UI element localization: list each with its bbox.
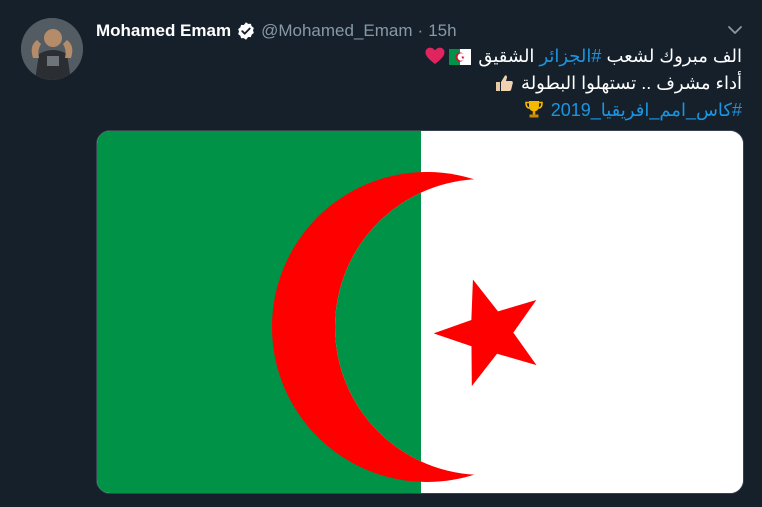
line-text: الف مبروك لشعب	[601, 46, 742, 66]
author-name[interactable]: Mohamed Emam	[96, 21, 231, 41]
tweet-card[interactable]: Mohamed Emam @Mohamed_Emam · 15h الف مبر…	[0, 0, 762, 507]
tweet-header: Mohamed Emam @Mohamed_Emam · 15h	[96, 19, 457, 43]
author-handle[interactable]: @Mohamed_Emam	[261, 21, 412, 41]
hashtag-link[interactable]: #الجزائر	[539, 46, 601, 66]
tweet-text: الف مبروك لشعب #الجزائر الشقيق أداء مشرف…	[102, 44, 742, 125]
separator-dot: ·	[417, 21, 424, 40]
trophy-icon	[524, 99, 544, 125]
tweet-line-1: الف مبروك لشعب #الجزائر الشقيق	[102, 44, 742, 71]
tweet-line-2: أداء مشرف .. تستهلوا البطولة	[102, 71, 742, 98]
algeria-flag-icon	[449, 47, 472, 71]
tweet-image-algeria-flag[interactable]	[96, 130, 744, 494]
avatar[interactable]	[21, 18, 83, 80]
red-heart-icon	[425, 47, 445, 71]
line-text: أداء مشرف .. تستهلوا البطولة	[521, 73, 742, 93]
chevron-down-icon[interactable]	[726, 23, 744, 37]
tweet-line-3: #كاس_امم_افريقيا_2019	[102, 98, 742, 125]
verified-badge-icon	[236, 21, 256, 41]
timestamp[interactable]: 15h	[428, 21, 456, 41]
thumbs-up-icon	[494, 74, 514, 98]
line-text: الشقيق	[478, 46, 540, 66]
hashtag-link[interactable]: #كاس_امم_افريقيا_2019	[551, 100, 742, 120]
